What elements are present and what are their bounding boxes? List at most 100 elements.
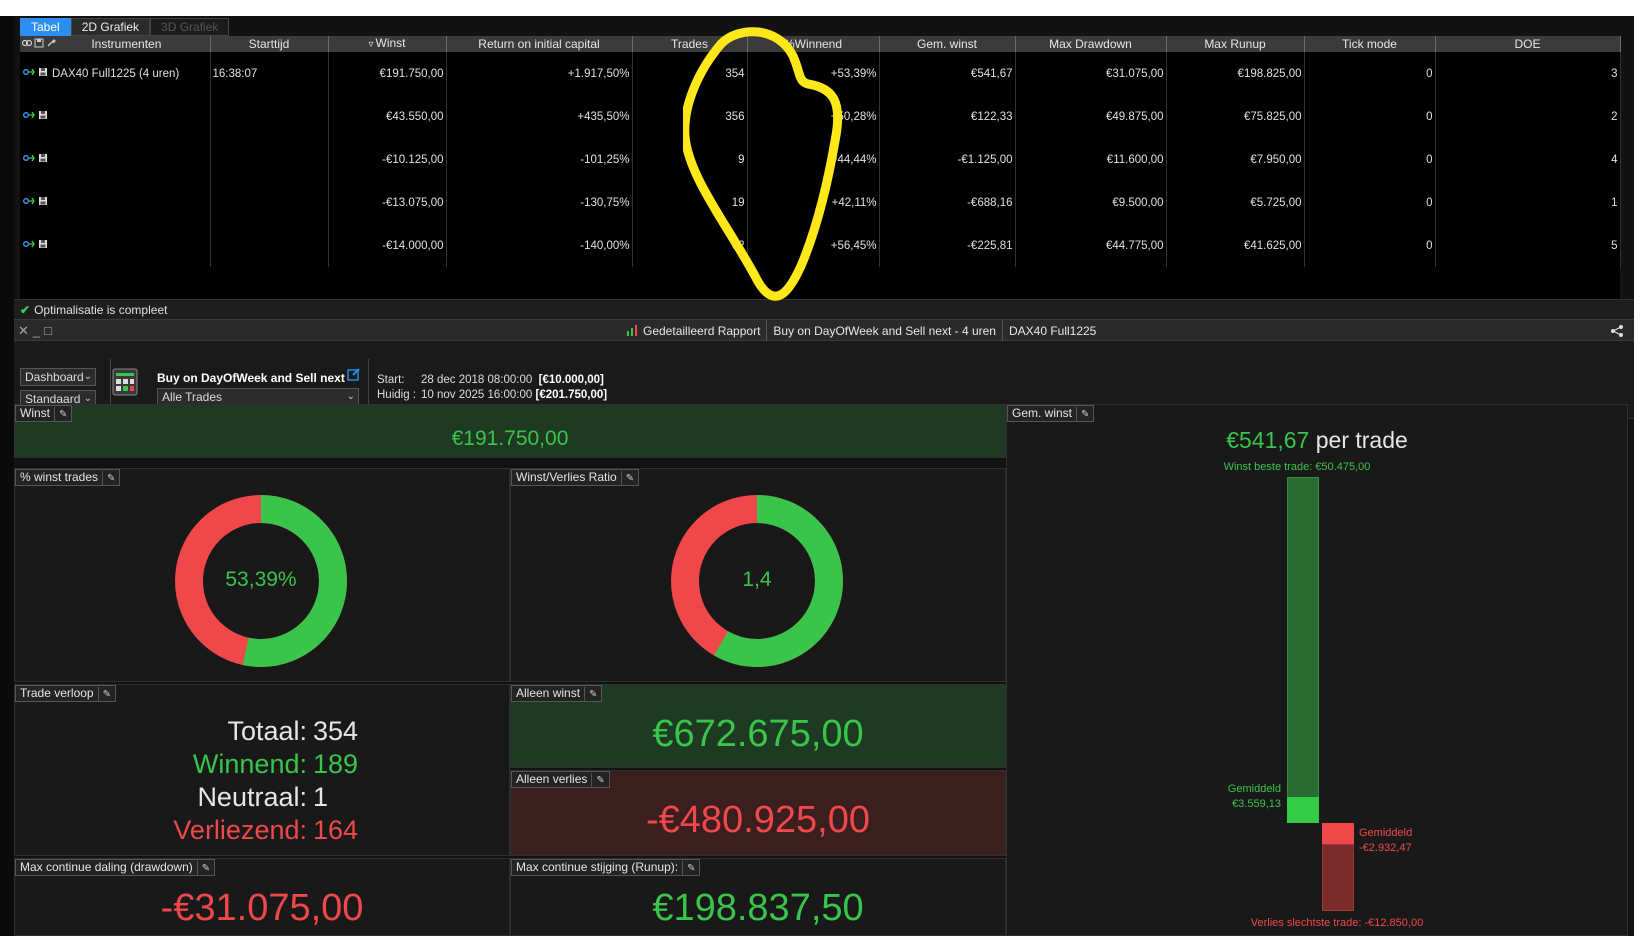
panel-title: Winst/Verlies Ratio ✎ xyxy=(511,469,640,486)
stat-winnend: Winnend: 189 xyxy=(173,748,361,781)
cell-drawdown: €31.075,00 xyxy=(1015,52,1167,95)
share-icon[interactable] xyxy=(1610,324,1624,338)
detailed-report-link[interactable]: Gedetailleerd Rapport xyxy=(620,320,768,342)
cell-start xyxy=(210,181,329,224)
row-icons xyxy=(22,110,48,120)
panel-title-label: Winst/Verlies Ratio xyxy=(516,470,617,484)
sort-down-icon: ▿ xyxy=(368,39,374,50)
optimize-icon[interactable] xyxy=(22,38,32,48)
start-label: Start: xyxy=(377,374,405,386)
trade-stats: Totaal: 354 Winnend: 189 Neutraal: 1 Verlie… xyxy=(173,715,361,847)
cell-drawdown: €49.875,00 xyxy=(1015,95,1167,138)
table-row[interactable]: -€10.125,00 -101,25% 9 +44,44% -€1.125,00 €11… xyxy=(20,138,1621,181)
start-capital: [€10.000,00] xyxy=(538,374,604,386)
instrument-label: DAX40 Full1225 (4 uren) xyxy=(52,68,180,80)
save-icon[interactable] xyxy=(38,196,48,206)
col-winst[interactable]: ▿ Winst xyxy=(328,36,447,52)
cell-trades: 9 xyxy=(632,138,748,181)
worst-trade-label: Verlies slechtste trade: -€12.850,00 xyxy=(1250,917,1424,929)
minimize-icon[interactable]: _ xyxy=(33,323,44,338)
row-icons xyxy=(22,153,48,163)
panel-title: Max continue daling (drawdown) ✎ xyxy=(15,859,216,876)
report-sheet-icon[interactable] xyxy=(112,368,140,398)
cell-winnend: +53,39% xyxy=(747,52,880,95)
save-icon[interactable] xyxy=(38,67,48,77)
window-controls: ✕_□ xyxy=(18,323,56,339)
cell-trades: 19 xyxy=(632,181,748,224)
col-starttijd[interactable]: Starttijd xyxy=(210,36,329,52)
run-backtest-icon[interactable] xyxy=(22,110,36,120)
col-trades[interactable]: Trades xyxy=(632,36,748,52)
save-icon[interactable] xyxy=(34,38,44,48)
close-icon[interactable]: ✕ xyxy=(18,323,33,338)
col-winnend[interactable]: %Winnend xyxy=(747,36,880,52)
stat-verliezend-value: 164 xyxy=(313,815,359,845)
table-header: Instrumenten Starttijd ▿ Winst Return on … xyxy=(20,36,1621,52)
run-backtest-icon[interactable] xyxy=(22,239,36,249)
save-icon[interactable] xyxy=(38,239,48,249)
table-row[interactable]: DAX40 Full1225 (4 uren) 16:38:07 €191.750,… xyxy=(20,52,1621,95)
avg-loss-value: -€2.932,47 xyxy=(1359,842,1412,854)
table-row[interactable]: €43.550,00 +435,50% 356 +50,28% €122,33 €49.8… xyxy=(20,95,1621,138)
run-backtest-icon[interactable] xyxy=(22,67,36,77)
table-row[interactable]: -€13.075,00 -130,75% 19 +42,11% -€688,16 €9.5… xyxy=(20,181,1621,224)
wrench-icon[interactable]: ✎ xyxy=(584,687,597,702)
results-table-container: Instrumenten Starttijd ▿ Winst Return on … xyxy=(20,36,1621,299)
panel-title: Trade verloop ✎ xyxy=(15,685,116,702)
run-backtest-icon[interactable] xyxy=(22,196,36,206)
col-tick-mode[interactable]: Tick mode xyxy=(1304,36,1436,52)
cell-doe: 4 xyxy=(1435,138,1621,181)
strategy-tab[interactable]: Buy on DayOfWeek and Sell next - 4 uren xyxy=(767,320,1003,342)
col-instrumenten[interactable]: Instrumenten xyxy=(20,36,211,52)
tab-3d-grafiek[interactable]: 3D Grafiek xyxy=(150,18,230,36)
col-max-drawdown[interactable]: Max Drawdown xyxy=(1015,36,1167,52)
edit-icon[interactable] xyxy=(347,367,361,381)
tab-tabel[interactable]: Tabel xyxy=(20,18,71,36)
cell-gem: -€1.125,00 xyxy=(879,138,1016,181)
stat-verliezend: Verliezend: 164 xyxy=(173,814,361,847)
wrench-icon[interactable] xyxy=(46,38,56,48)
loss-bar xyxy=(1322,844,1354,911)
cell-drawdown: €44.775,00 xyxy=(1015,224,1167,267)
wrench-icon[interactable]: ✎ xyxy=(591,773,605,788)
runup-value: €198.837,50 xyxy=(652,887,864,929)
wrench-icon[interactable]: ✎ xyxy=(682,861,695,876)
wrench-icon[interactable]: ✎ xyxy=(54,407,67,422)
save-icon[interactable] xyxy=(38,110,48,120)
table-row[interactable]: -€14.000,00 -140,00% 62 +56,45% -€225,81 €44.… xyxy=(20,224,1621,267)
panel-title-label: Alleen winst xyxy=(516,686,581,700)
app-window: Tabel 2D Grafiek 3D Grafiek Instrumenten xyxy=(0,16,1634,936)
loss-avg-bar xyxy=(1322,823,1354,844)
wrench-icon[interactable]: ✎ xyxy=(1076,407,1089,422)
wrench-icon[interactable]: ✎ xyxy=(97,687,111,702)
stat-neutraal: Neutraal: 1 xyxy=(173,781,361,814)
wrench-icon[interactable]: ✎ xyxy=(102,471,115,486)
cell-instrument xyxy=(20,138,211,181)
save-icon[interactable] xyxy=(38,153,48,163)
col-max-runup[interactable]: Max Runup xyxy=(1166,36,1305,52)
cell-runup: €75.825,00 xyxy=(1166,95,1305,138)
wrench-icon[interactable]: ✎ xyxy=(620,471,634,486)
cell-runup: €41.625,00 xyxy=(1166,224,1305,267)
cell-start xyxy=(210,138,329,181)
maximize-icon[interactable]: □ xyxy=(44,323,56,338)
view-select[interactable]: Dashboard ⌄ xyxy=(20,368,96,386)
wrench-icon[interactable]: ✎ xyxy=(196,861,210,876)
col-doe[interactable]: DOE xyxy=(1435,36,1621,52)
cell-trades: 62 xyxy=(632,224,748,267)
row-icons xyxy=(22,239,48,249)
current-label: Huidig : xyxy=(377,389,416,401)
detailed-report-label: Gedetailleerd Rapport xyxy=(643,324,761,338)
chevron-down-icon: ⌄ xyxy=(83,371,92,382)
alleen-verlies-value: -€480.925,00 xyxy=(646,799,870,841)
col-gem-winst[interactable]: Gem. winst xyxy=(879,36,1016,52)
col-return[interactable]: Return on initial capital xyxy=(446,36,633,52)
gem-winst-headline: €541,67 per trade xyxy=(1007,427,1627,454)
instrument-tab[interactable]: DAX40 Full1225 xyxy=(1003,320,1102,342)
run-backtest-icon[interactable] xyxy=(22,153,36,163)
panel-alleen-winst: Alleen winst ✎ €672.675,00 xyxy=(510,684,1006,768)
tab-2d-grafiek[interactable]: 2D Grafiek xyxy=(70,18,151,36)
cell-winnend: +56,45% xyxy=(747,224,880,267)
avg-win-label-text: Gemiddeld xyxy=(1227,783,1281,795)
strategy-name: Buy on DayOfWeek and Sell next xyxy=(157,371,345,385)
